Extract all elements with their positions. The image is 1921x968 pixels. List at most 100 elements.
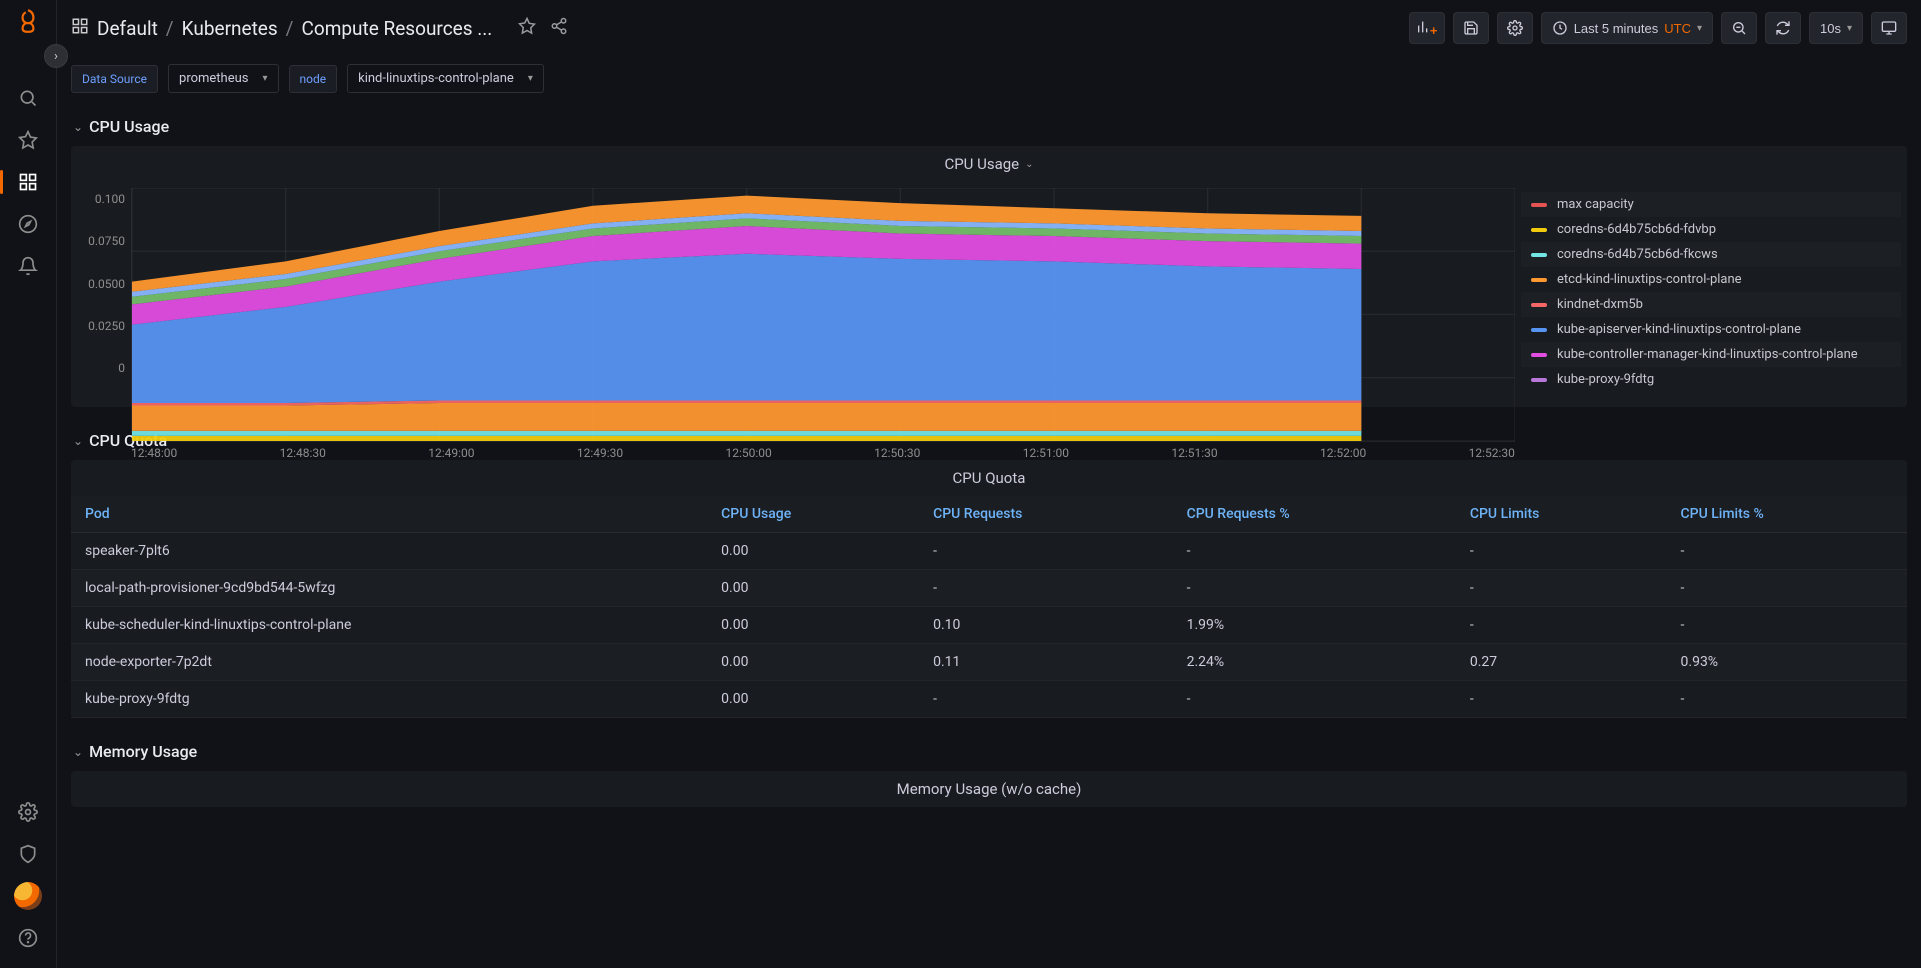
chevron-down-icon: ⌄ [73,120,83,134]
table-cell: - [919,533,1173,570]
table-cell: - [919,570,1173,607]
table-column-header[interactable]: CPU Limits % [1667,496,1907,533]
zoom-out-button[interactable] [1721,12,1757,44]
node-var-label: node [289,65,338,93]
legend-swatch [1531,303,1547,307]
legend-item[interactable]: kube-proxy-9fdtg [1521,367,1901,392]
table-column-header[interactable]: CPU Requests % [1173,496,1456,533]
table-cell: 0.11 [919,644,1173,681]
breadcrumb-title[interactable]: Compute Resources ... [302,17,493,40]
legend-item[interactable]: coredns-6d4b75cb6d-fdvbp [1521,217,1901,242]
legend-swatch [1531,353,1547,357]
search-icon[interactable] [8,78,48,118]
table-row: kube-scheduler-kind-linuxtips-control-pl… [71,607,1907,644]
panel-memory-usage: Memory Usage (w/o cache) [71,771,1907,807]
breadcrumb-root[interactable]: Default [97,17,158,40]
dashboard-icon [71,17,89,40]
table-cell: - [1173,533,1456,570]
table-column-header[interactable]: CPU Requests [919,496,1173,533]
topbar: Default / Kubernetes / Compute Resources… [57,0,1921,56]
legend-label: kindnet-dxm5b [1557,297,1643,312]
table-cell: - [919,681,1173,718]
breadcrumb: Default / Kubernetes / Compute Resources… [71,17,1399,40]
legend-label: max capacity [1557,197,1634,212]
datasource-var-label: Data Source [71,65,158,93]
panel-cpu-quota: CPU Quota PodCPU UsageCPU RequestsCPU Re… [71,460,1907,718]
add-panel-button[interactable]: + [1409,12,1445,44]
legend-label: etcd-kind-linuxtips-control-plane [1557,272,1742,287]
table-cell: kube-proxy-9fdtg [71,681,707,718]
table-column-header[interactable]: CPU Limits [1456,496,1667,533]
alerting-icon[interactable] [8,246,48,286]
legend-swatch [1531,228,1547,232]
legend-item[interactable]: kube-controller-manager-kind-linuxtips-c… [1521,342,1901,367]
breadcrumb-folder[interactable]: Kubernetes [182,17,278,40]
table-cell: - [1456,607,1667,644]
datasource-var-select[interactable]: prometheus [168,64,279,93]
star-dashboard-icon[interactable] [518,17,536,40]
table-column-header[interactable]: Pod [71,496,707,533]
table-cell: 2.24% [1173,644,1456,681]
refresh-button[interactable] [1765,12,1801,44]
row-title: CPU Usage [89,117,169,136]
dashboards-icon[interactable] [8,162,48,202]
legend-swatch [1531,278,1547,282]
admin-icon[interactable] [8,834,48,874]
table-cell: - [1456,681,1667,718]
legend-item[interactable]: coredns-6d4b75cb6d-fkcws [1521,242,1901,267]
legend-label: kube-apiserver-kind-linuxtips-control-pl… [1557,322,1801,337]
configuration-icon[interactable] [8,792,48,832]
refresh-interval-label: 10s [1820,21,1841,36]
user-avatar[interactable] [8,876,48,916]
table-cell: 0.27 [1456,644,1667,681]
row-memory-usage-header[interactable]: ⌄ Memory Usage [71,732,1907,771]
legend-label: coredns-6d4b75cb6d-fkcws [1557,247,1718,262]
table-cell: - [1667,570,1907,607]
time-range-picker[interactable]: Last 5 minutes UTC ▾ [1541,12,1713,44]
refresh-interval-picker[interactable]: 10s ▾ [1809,12,1863,44]
legend-label: kube-proxy-9fdtg [1557,372,1654,387]
table-cell: - [1667,607,1907,644]
dashboard-settings-button[interactable] [1497,12,1533,44]
chart-legend: max capacity coredns-6d4b75cb6d-fdvbp core… [1521,188,1901,397]
panel-cpu-usage: CPU Usage ⌄ 0.1000.07500.05000.02500 [71,146,1907,407]
row-title: Memory Usage [89,742,197,761]
chevron-down-icon: ⌄ [73,745,83,759]
time-range-label: Last 5 minutes [1574,21,1659,36]
table-cell: 0.00 [707,681,919,718]
legend-item[interactable]: kube-apiserver-kind-linuxtips-control-pl… [1521,317,1901,342]
table-row: kube-proxy-9fdtg0.00---- [71,681,1907,718]
nav-sidebar: › [0,0,57,968]
table-cell: 0.00 [707,644,919,681]
table-cell: - [1667,533,1907,570]
chevron-down-icon: ⌄ [73,434,83,448]
template-variables-row: Data Source prometheus node kind-linuxti… [57,56,1921,107]
table-cell: 0.00 [707,607,919,644]
save-dashboard-button[interactable] [1453,12,1489,44]
legend-label: coredns-6d4b75cb6d-fdvbp [1557,222,1716,237]
table-cell: - [1456,533,1667,570]
legend-item[interactable]: etcd-kind-linuxtips-control-plane [1521,267,1901,292]
panel-cpu-quota-title[interactable]: CPU Quota [71,460,1907,496]
kiosk-mode-button[interactable] [1871,12,1907,44]
table-cell: node-exporter-7p2dt [71,644,707,681]
explore-icon[interactable] [8,204,48,244]
grafana-logo[interactable] [15,8,41,40]
panel-memory-usage-title[interactable]: Memory Usage (w/o cache) [71,771,1907,807]
help-icon[interactable] [8,918,48,958]
legend-item[interactable]: max capacity [1521,192,1901,217]
row-cpu-usage-header[interactable]: ⌄ CPU Usage [71,107,1907,146]
legend-item[interactable]: kindnet-dxm5b [1521,292,1901,317]
legend-label: kube-controller-manager-kind-linuxtips-c… [1557,347,1858,362]
share-dashboard-icon[interactable] [550,17,568,40]
panel-cpu-usage-title[interactable]: CPU Usage ⌄ [71,146,1907,182]
sidebar-expand-button[interactable]: › [44,44,68,68]
cpu-usage-chart[interactable] [131,188,1515,442]
node-var-select[interactable]: kind-linuxtips-control-plane [347,64,544,93]
table-row: node-exporter-7p2dt0.000.112.24%0.270.93… [71,644,1907,681]
table-row: speaker-7plt60.00---- [71,533,1907,570]
starred-icon[interactable] [8,120,48,160]
table-cell: speaker-7plt6 [71,533,707,570]
table-column-header[interactable]: CPU Usage [707,496,919,533]
table-cell: 0.00 [707,570,919,607]
